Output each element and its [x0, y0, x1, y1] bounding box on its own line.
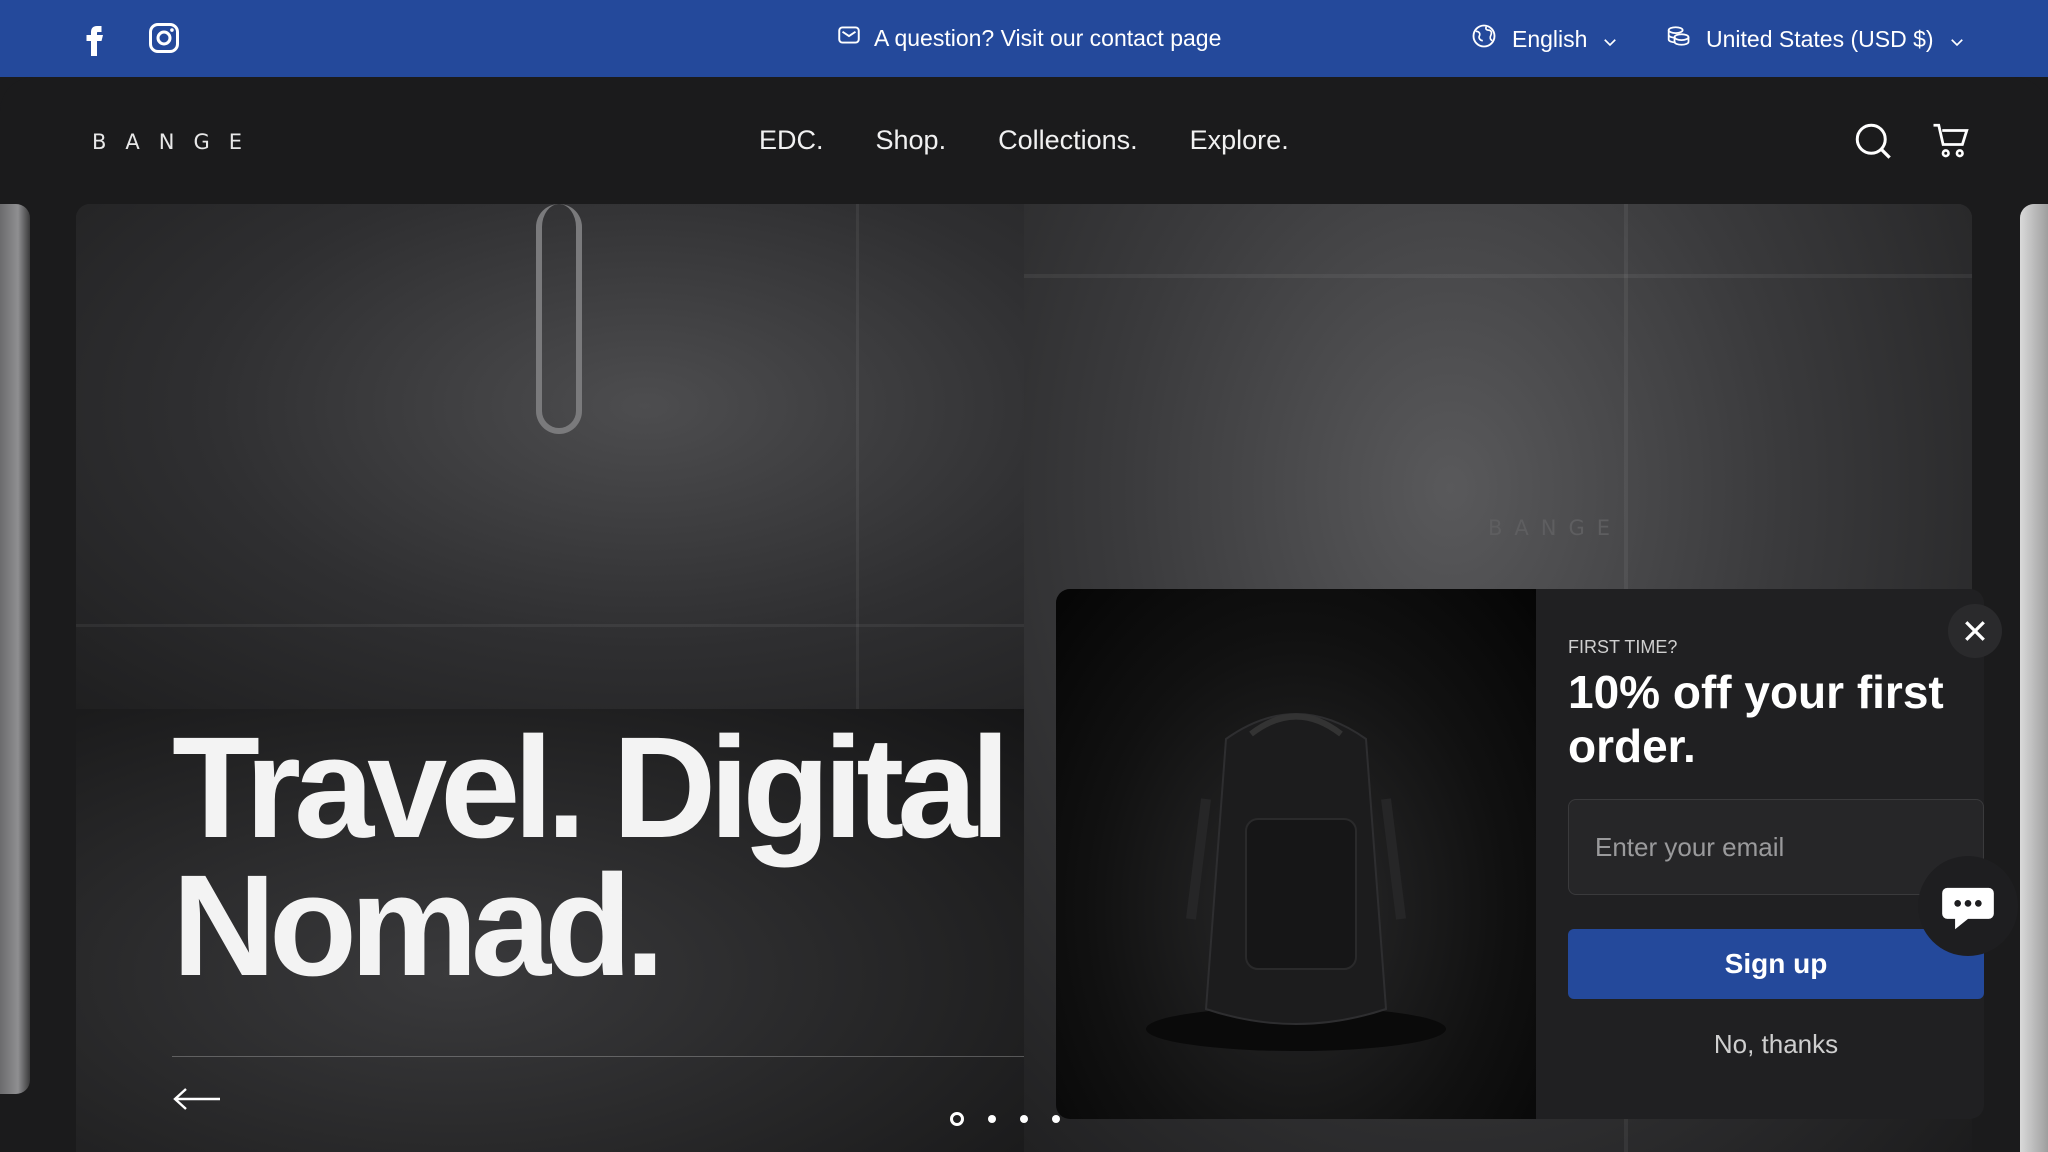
slide-dots	[950, 1112, 1060, 1126]
nav-item-shop[interactable]: Shop.	[876, 125, 947, 156]
hero-divider	[172, 1056, 1024, 1057]
headline-line-2: Nomad.	[172, 845, 665, 1006]
popup-eyebrow: FIRST TIME?	[1568, 637, 1678, 657]
brand-logo[interactable]: BANGE	[92, 130, 261, 154]
arrow-left-icon[interactable]	[172, 1084, 222, 1114]
facebook-icon[interactable]	[76, 20, 112, 56]
slide-dot[interactable]	[950, 1112, 964, 1126]
nav-item-edc[interactable]: EDC.	[759, 125, 824, 156]
language-selector[interactable]: English	[1470, 22, 1619, 56]
contact-text: A question? Visit our contact page	[874, 24, 1222, 51]
newsletter-popup: FIRST TIME? 10% off your first order. Si…	[1056, 589, 1984, 1119]
next-slide-peek[interactable]	[2020, 204, 2048, 1152]
popup-form: FIRST TIME? 10% off your first order. Si…	[1568, 589, 1984, 1119]
main-nav: EDC. Shop. Collections. Explore.	[759, 125, 1289, 156]
instagram-icon[interactable]	[146, 20, 182, 56]
globe-icon	[1470, 22, 1498, 56]
bag-brand-label: BANGE	[1488, 516, 1623, 540]
currency-selector[interactable]: United States (USD $)	[1664, 22, 1966, 56]
chevron-down-icon	[1601, 30, 1619, 48]
headline-line-1: Travel. Digital	[172, 707, 1010, 868]
slide-dot[interactable]	[1020, 1115, 1028, 1123]
contact-link[interactable]: A question? Visit our contact page	[836, 22, 1221, 54]
nav-item-explore[interactable]: Explore.	[1190, 125, 1289, 156]
chevron-down-icon	[1948, 30, 1966, 48]
announcement-bar: A question? Visit our contact page Engli…	[0, 0, 2048, 77]
mail-icon	[836, 22, 862, 54]
currency-label: United States (USD $)	[1706, 25, 1934, 52]
previous-slide-peek[interactable]	[0, 204, 30, 1094]
signup-button[interactable]: Sign up	[1568, 929, 1984, 999]
popup-backpack-image	[1056, 589, 1536, 1119]
email-field[interactable]	[1568, 799, 1984, 895]
chat-icon[interactable]	[1918, 856, 2018, 956]
nav-item-collections[interactable]: Collections.	[998, 125, 1138, 156]
hero-headline: Travel. Digital Nomad.	[172, 716, 1072, 998]
hero-image-backpack-zipper	[76, 204, 1024, 709]
close-icon[interactable]	[1948, 604, 2002, 658]
social-links	[76, 20, 182, 56]
coins-icon	[1664, 22, 1692, 56]
slide-dot[interactable]	[988, 1115, 996, 1123]
popup-offer-title: 10% off your first order.	[1568, 666, 1944, 772]
no-thanks-link[interactable]: No, thanks	[1568, 1029, 1984, 1060]
zipper-pull	[536, 204, 582, 434]
search-icon[interactable]	[1852, 120, 1894, 162]
language-label: English	[1512, 25, 1588, 52]
cart-icon[interactable]	[1930, 120, 1972, 162]
